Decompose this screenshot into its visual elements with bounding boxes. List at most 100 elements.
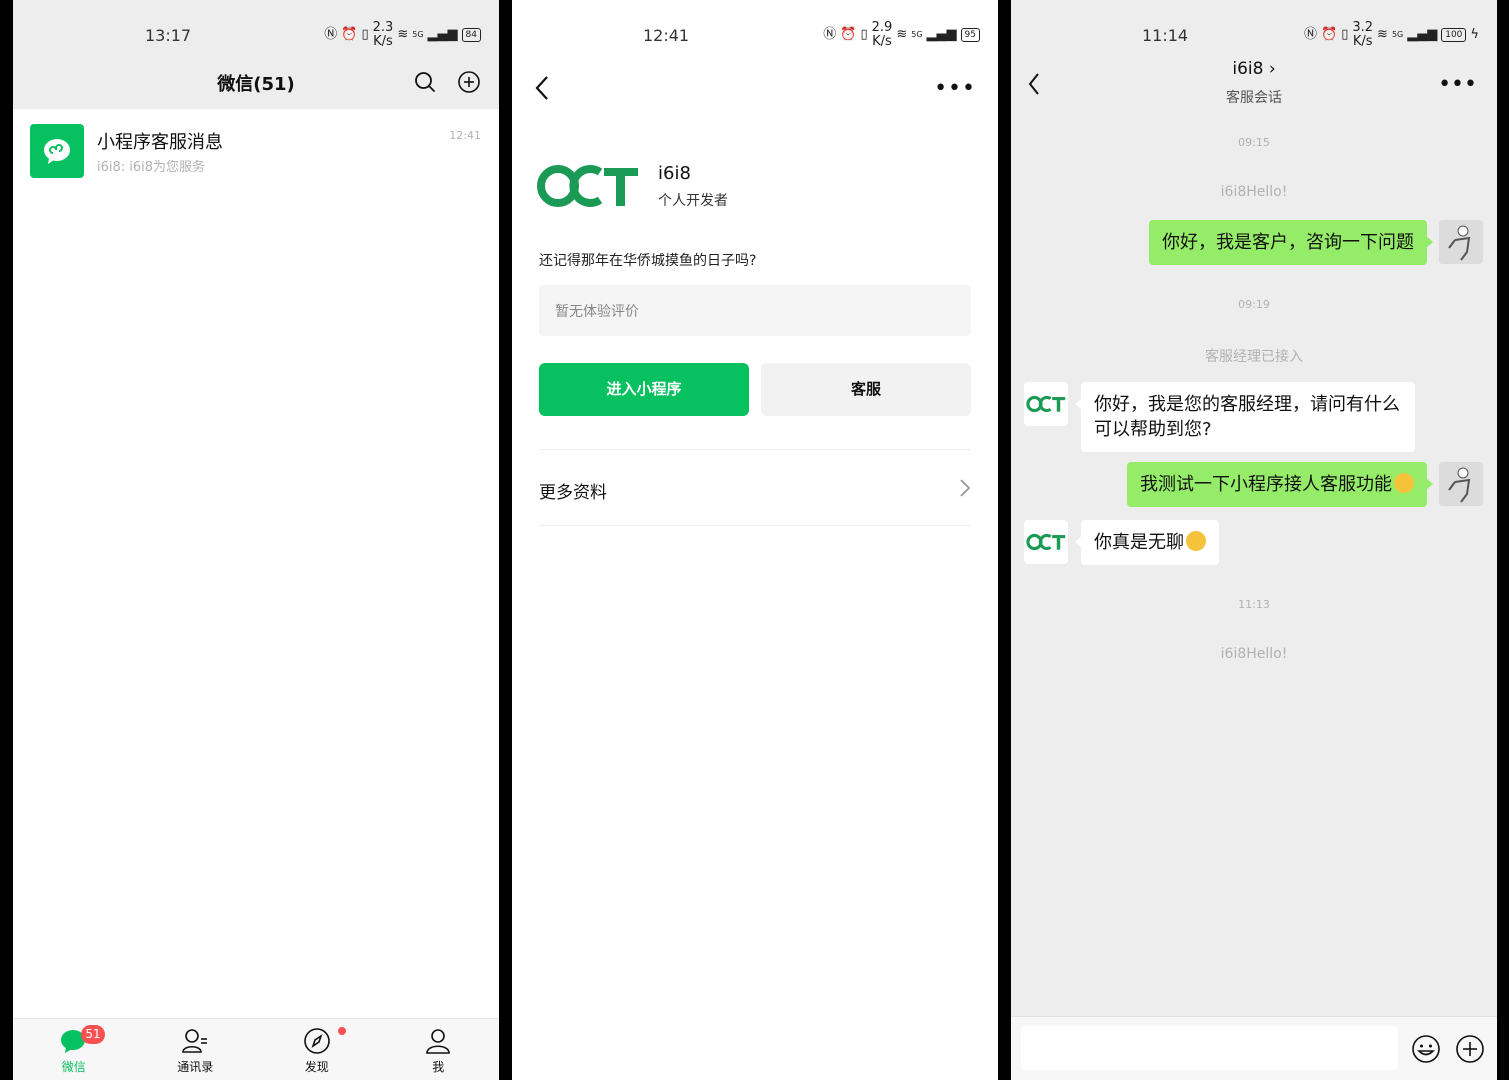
review-placeholder: 暂无体验评价: [555, 304, 639, 320]
status-icons: Ⓝ ⏰ ▯ 2.3 K/s ≋ 5G ▂▄▆ 84: [324, 20, 481, 49]
chat-name: 小程序客服消息: [97, 132, 223, 153]
tab-label: 发现: [304, 1060, 329, 1074]
user-avatar[interactable]: [1439, 462, 1483, 506]
more-options-icon[interactable]: •••: [1438, 72, 1477, 97]
tab-chats[interactable]: 51 微信: [13, 1019, 135, 1080]
phone-service-chat: 11:14 Ⓝ ⏰ ▯ 3.2 K/s ≋ 5G ▂▄▆ 100 ϟ i6i8 ›…: [1011, 0, 1497, 1080]
chat-list-item[interactable]: 小程序客服消息 i6i8: i6i8为您服务 12:41: [13, 109, 499, 193]
vibrate-icon: ▯: [361, 27, 369, 42]
chat-preview: i6i8: i6i8为您服务: [97, 160, 206, 175]
oct-logo: [1026, 533, 1066, 551]
tab-contacts[interactable]: 通讯录: [135, 1019, 257, 1080]
back-icon[interactable]: [534, 74, 550, 102]
system-message: i6i8Hello!: [1220, 646, 1288, 662]
user-avatar[interactable]: [1439, 220, 1483, 264]
status-icons: Ⓝ ⏰ ▯ 2.9 K/s ≋ 5G ▂▄▆ 95: [823, 20, 980, 49]
tab-bar: 51 微信 通讯录 发现 我: [13, 1018, 499, 1080]
oct-logo: [537, 165, 638, 207]
input-bar: [1011, 1016, 1497, 1080]
mini-program-icon: [44, 139, 70, 164]
outgoing-message[interactable]: 你好，我是客户，咨询一下问题: [1149, 220, 1433, 265]
compass-icon: [303, 1028, 330, 1054]
more-info-row[interactable]: 更多资料: [539, 450, 971, 525]
add-circle-icon[interactable]: [457, 70, 481, 94]
customer-service-button[interactable]: 客服: [761, 363, 971, 416]
person-icon: [426, 1029, 451, 1054]
alarm-icon: ⏰: [341, 27, 358, 42]
contacts-icon: [182, 1029, 208, 1053]
vibrate-icon: ▯: [1341, 27, 1349, 42]
tab-label: 通讯录: [177, 1060, 214, 1074]
more-info-label: 更多资料: [539, 483, 607, 503]
nfc-icon: Ⓝ: [823, 27, 837, 42]
network-type: 5G: [1391, 30, 1404, 39]
net-speed: 3.2 K/s: [1352, 20, 1374, 49]
nfc-icon: Ⓝ: [1303, 27, 1317, 42]
laughing-emoji-icon: [1394, 473, 1414, 493]
search-icon[interactable]: [413, 70, 437, 94]
enter-mini-program-button[interactable]: 进入小程序: [539, 363, 749, 416]
wifi-icon: ≋: [397, 27, 409, 42]
chevron-right-icon: ›: [1268, 59, 1276, 79]
alarm-icon: ⏰: [840, 27, 857, 42]
phone-chat-list: 13:17 Ⓝ ⏰ ▯ 2.3 K/s ≋ 5G ▂▄▆ 84 微信(51) 小程…: [13, 0, 499, 1080]
signal-icon: ▂▄▆: [926, 27, 957, 42]
unread-badge: 51: [81, 1025, 105, 1044]
phone-mini-program-profile: 12:41 Ⓝ ⏰ ▯ 2.9 K/s ≋ 5G ▂▄▆ 95 ••• i6i8 …: [512, 0, 998, 1080]
net-speed: 2.3 K/s: [372, 20, 394, 49]
outgoing-message[interactable]: 我测试一下小程序接人客服功能: [1127, 462, 1433, 507]
status-bar: 13:17 Ⓝ ⏰ ▯ 2.3 K/s ≋ 5G ▂▄▆ 84: [13, 0, 499, 70]
tab-me[interactable]: 我: [378, 1019, 500, 1080]
battery-level: 100: [1441, 28, 1467, 42]
developer-type: 个人开发者: [658, 193, 728, 209]
battery-level: 95: [960, 28, 980, 42]
incoming-message[interactable]: 你好，我是您的客服经理，请问有什么可以帮助到您?: [1075, 382, 1415, 452]
status-bar: 12:41 Ⓝ ⏰ ▯ 2.9 K/s ≋ 5G ▂▄▆ 95: [512, 0, 998, 70]
network-type: 5G: [412, 30, 424, 39]
charging-icon: ϟ: [1470, 27, 1479, 42]
add-circle-icon[interactable]: [1455, 1034, 1485, 1064]
agent-avatar[interactable]: [1024, 520, 1068, 564]
message-time: 11:13: [1238, 598, 1270, 611]
agent-avatar[interactable]: [1024, 382, 1068, 426]
tab-label: 我: [432, 1060, 445, 1074]
signal-icon: ▂▄▆: [1407, 27, 1438, 42]
message-input[interactable]: [1021, 1026, 1398, 1070]
status-time: 11:14: [1142, 26, 1189, 45]
emoji-icon[interactable]: [1411, 1034, 1441, 1064]
alarm-icon: ⏰: [1321, 27, 1338, 42]
signal-icon: ▂▄▆: [427, 27, 458, 42]
chat-subtitle: 客服会话: [1226, 90, 1282, 106]
user-avatar-icon: [1439, 462, 1483, 506]
pensive-emoji-icon: [1186, 531, 1206, 551]
review-box[interactable]: 暂无体验评价: [539, 285, 971, 336]
message-time: 09:15: [1238, 136, 1270, 149]
status-icons: Ⓝ ⏰ ▯ 3.2 K/s ≋ 5G ▂▄▆ 100 ϟ: [1303, 20, 1479, 49]
message-time: 09:19: [1238, 298, 1270, 311]
status-time: 13:17: [145, 26, 192, 45]
nfc-icon: Ⓝ: [324, 27, 338, 42]
chevron-right-icon: [960, 479, 971, 497]
chat-time: 12:41: [449, 129, 481, 142]
net-speed: 2.9 K/s: [871, 20, 893, 49]
discover-red-dot: [338, 1027, 346, 1035]
tab-label: 微信: [61, 1060, 86, 1074]
mini-program-description: 还记得那年在华侨城摸鱼的日子吗?: [539, 253, 757, 269]
user-avatar-icon: [1439, 220, 1483, 264]
mini-program-avatar: [30, 124, 84, 178]
wifi-icon: ≋: [896, 27, 908, 42]
tab-discover[interactable]: 发现: [256, 1019, 378, 1080]
vibrate-icon: ▯: [860, 27, 868, 42]
incoming-message[interactable]: 你真是无聊: [1075, 520, 1219, 565]
chat-title[interactable]: i6i8 ›: [1011, 59, 1497, 79]
system-message: 客服经理已接入: [1205, 349, 1303, 365]
system-message: i6i8Hello!: [1220, 184, 1288, 200]
more-options-icon[interactable]: •••: [934, 76, 976, 101]
battery-level: 84: [461, 28, 481, 42]
oct-logo: [1026, 395, 1066, 413]
network-type: 5G: [911, 30, 923, 39]
developer-name: i6i8: [658, 163, 691, 184]
status-time: 12:41: [643, 26, 690, 45]
wifi-icon: ≋: [1377, 27, 1388, 42]
divider: [539, 525, 971, 526]
